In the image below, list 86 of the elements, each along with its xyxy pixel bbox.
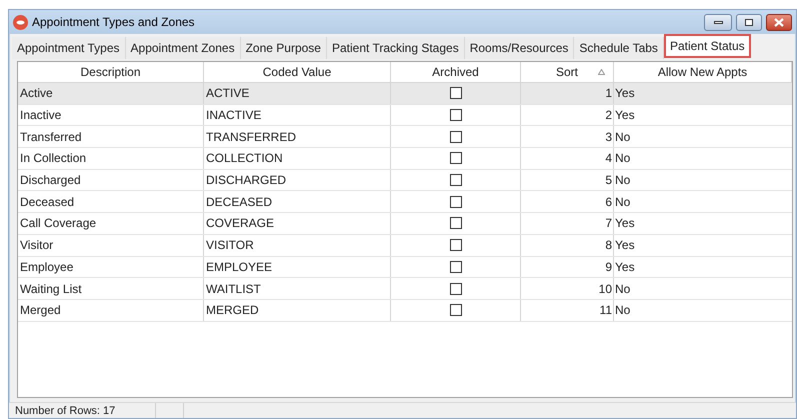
sort-ascending-icon (598, 69, 605, 75)
table-cell: 5 (521, 170, 614, 190)
table-cell: MERGED (204, 300, 391, 321)
table-cell: 6 (521, 191, 614, 212)
table-cell-text: Yes (614, 107, 636, 124)
status-text: Number of Rows: 17 (9, 403, 156, 418)
column-header[interactable]: Coded Value (204, 62, 391, 82)
table-cell: DISCHARGED (204, 170, 391, 190)
table-cell: 10 (521, 278, 614, 299)
table-cell: 3 (521, 126, 614, 148)
table-row[interactable]: In Collection COLLECTION 4 No (18, 148, 792, 170)
table-cell: EMPLOYEE (204, 256, 391, 278)
table-cell: Transferred (18, 126, 204, 148)
table-cell: 8 (521, 234, 614, 256)
table-cell: 4 (521, 148, 614, 169)
archived-checkbox[interactable] (450, 304, 462, 316)
table-cell: Active (18, 83, 204, 104)
archived-checkbox[interactable] (450, 260, 462, 273)
table-cell: Call Coverage (18, 213, 204, 234)
archived-checkbox[interactable] (450, 196, 462, 208)
table-row[interactable]: Deceased DECEASED 6 No (18, 191, 792, 214)
close-icon (774, 18, 784, 26)
column-header[interactable]: Sort (521, 62, 614, 82)
table-cell: ACTIVE (204, 83, 391, 104)
table-row[interactable]: Active ACTIVE 1 Yes (18, 83, 792, 105)
tab[interactable]: Patient Tracking Stages (326, 37, 465, 59)
archived-checkbox[interactable] (450, 239, 462, 252)
column-header[interactable]: Allow New Appts (614, 62, 792, 82)
table-cell: Inactive (18, 104, 204, 126)
table-cell: VISITOR (204, 234, 391, 256)
table-cell-text: No (614, 128, 632, 146)
table-cell: WAITLIST (204, 278, 391, 299)
table-cell-text: No (614, 150, 632, 168)
table-cell: In Collection (18, 148, 204, 169)
table-cell: INACTIVE (204, 104, 391, 126)
table-cell: 2 (521, 104, 614, 126)
archived-checkbox[interactable] (450, 282, 462, 295)
table-cell-text: Yes (614, 237, 636, 254)
table-cell: 11 (521, 300, 614, 321)
maximize-button[interactable] (736, 14, 762, 30)
table-cell: Merged (18, 300, 204, 321)
archived-checkbox[interactable] (450, 174, 462, 186)
tab[interactable]: Rooms/Resources (464, 37, 574, 59)
table-cell: 1 (521, 83, 614, 104)
tab[interactable]: Appointment Types (12, 37, 126, 59)
table-cell: TRANSFERRED (204, 126, 391, 148)
table-cell: COLLECTION (204, 148, 391, 169)
tab[interactable]: Appointment Zones (126, 37, 241, 59)
table-row[interactable]: Transferred TRANSFERRED 3 No (18, 126, 792, 148)
table-cell: COVERAGE (204, 213, 391, 234)
table-row[interactable]: Visitor VISITOR 8 Yes (18, 234, 792, 256)
tab[interactable]: Schedule Tabs (574, 37, 664, 59)
table-cell: 7 (521, 213, 614, 234)
table-cell: Waiting List (18, 278, 204, 299)
close-button[interactable] (766, 14, 792, 30)
archived-checkbox[interactable] (450, 152, 462, 164)
table-row[interactable]: Call Coverage COVERAGE 7 Yes (18, 213, 792, 235)
tab[interactable]: Patient Status (664, 34, 751, 58)
app-logo-icon (13, 14, 28, 30)
table-row[interactable]: Discharged DISCHARGED 5 No (18, 170, 792, 192)
table-cell-text: Yes (614, 258, 636, 276)
window-title: Appointment Types and Zones (32, 14, 195, 31)
table-cell: Employee (18, 256, 204, 278)
table-cell-text: Yes (614, 85, 636, 102)
column-header[interactable]: Description (18, 62, 204, 82)
table-cell-text: No (614, 194, 632, 211)
table-cell-text: No (614, 302, 632, 320)
column-header[interactable]: Archived (391, 62, 521, 82)
table-cell-text: Yes (614, 215, 636, 232)
table-cell: Discharged (18, 170, 204, 190)
archived-checkbox[interactable] (450, 109, 462, 122)
table-cell: Deceased (18, 191, 204, 212)
table-row[interactable]: Waiting List WAITLIST 10 No (18, 278, 792, 300)
archived-checkbox[interactable] (450, 87, 462, 100)
tab[interactable]: Zone Purpose (240, 37, 327, 59)
table-cell-text: No (614, 172, 632, 190)
minimize-button[interactable] (704, 14, 732, 30)
table-cell: DECEASED (204, 191, 391, 212)
table-cell-text: No (614, 280, 632, 298)
table-row[interactable]: Inactive INACTIVE 2 Yes (18, 104, 792, 126)
table-row[interactable]: Merged MERGED 11 No (18, 300, 792, 322)
archived-checkbox[interactable] (450, 217, 462, 230)
table-cell: Visitor (18, 234, 204, 256)
table-row[interactable]: Employee EMPLOYEE 9 Yes (18, 256, 792, 278)
table-cell: 9 (521, 256, 614, 278)
archived-checkbox[interactable] (450, 130, 462, 143)
